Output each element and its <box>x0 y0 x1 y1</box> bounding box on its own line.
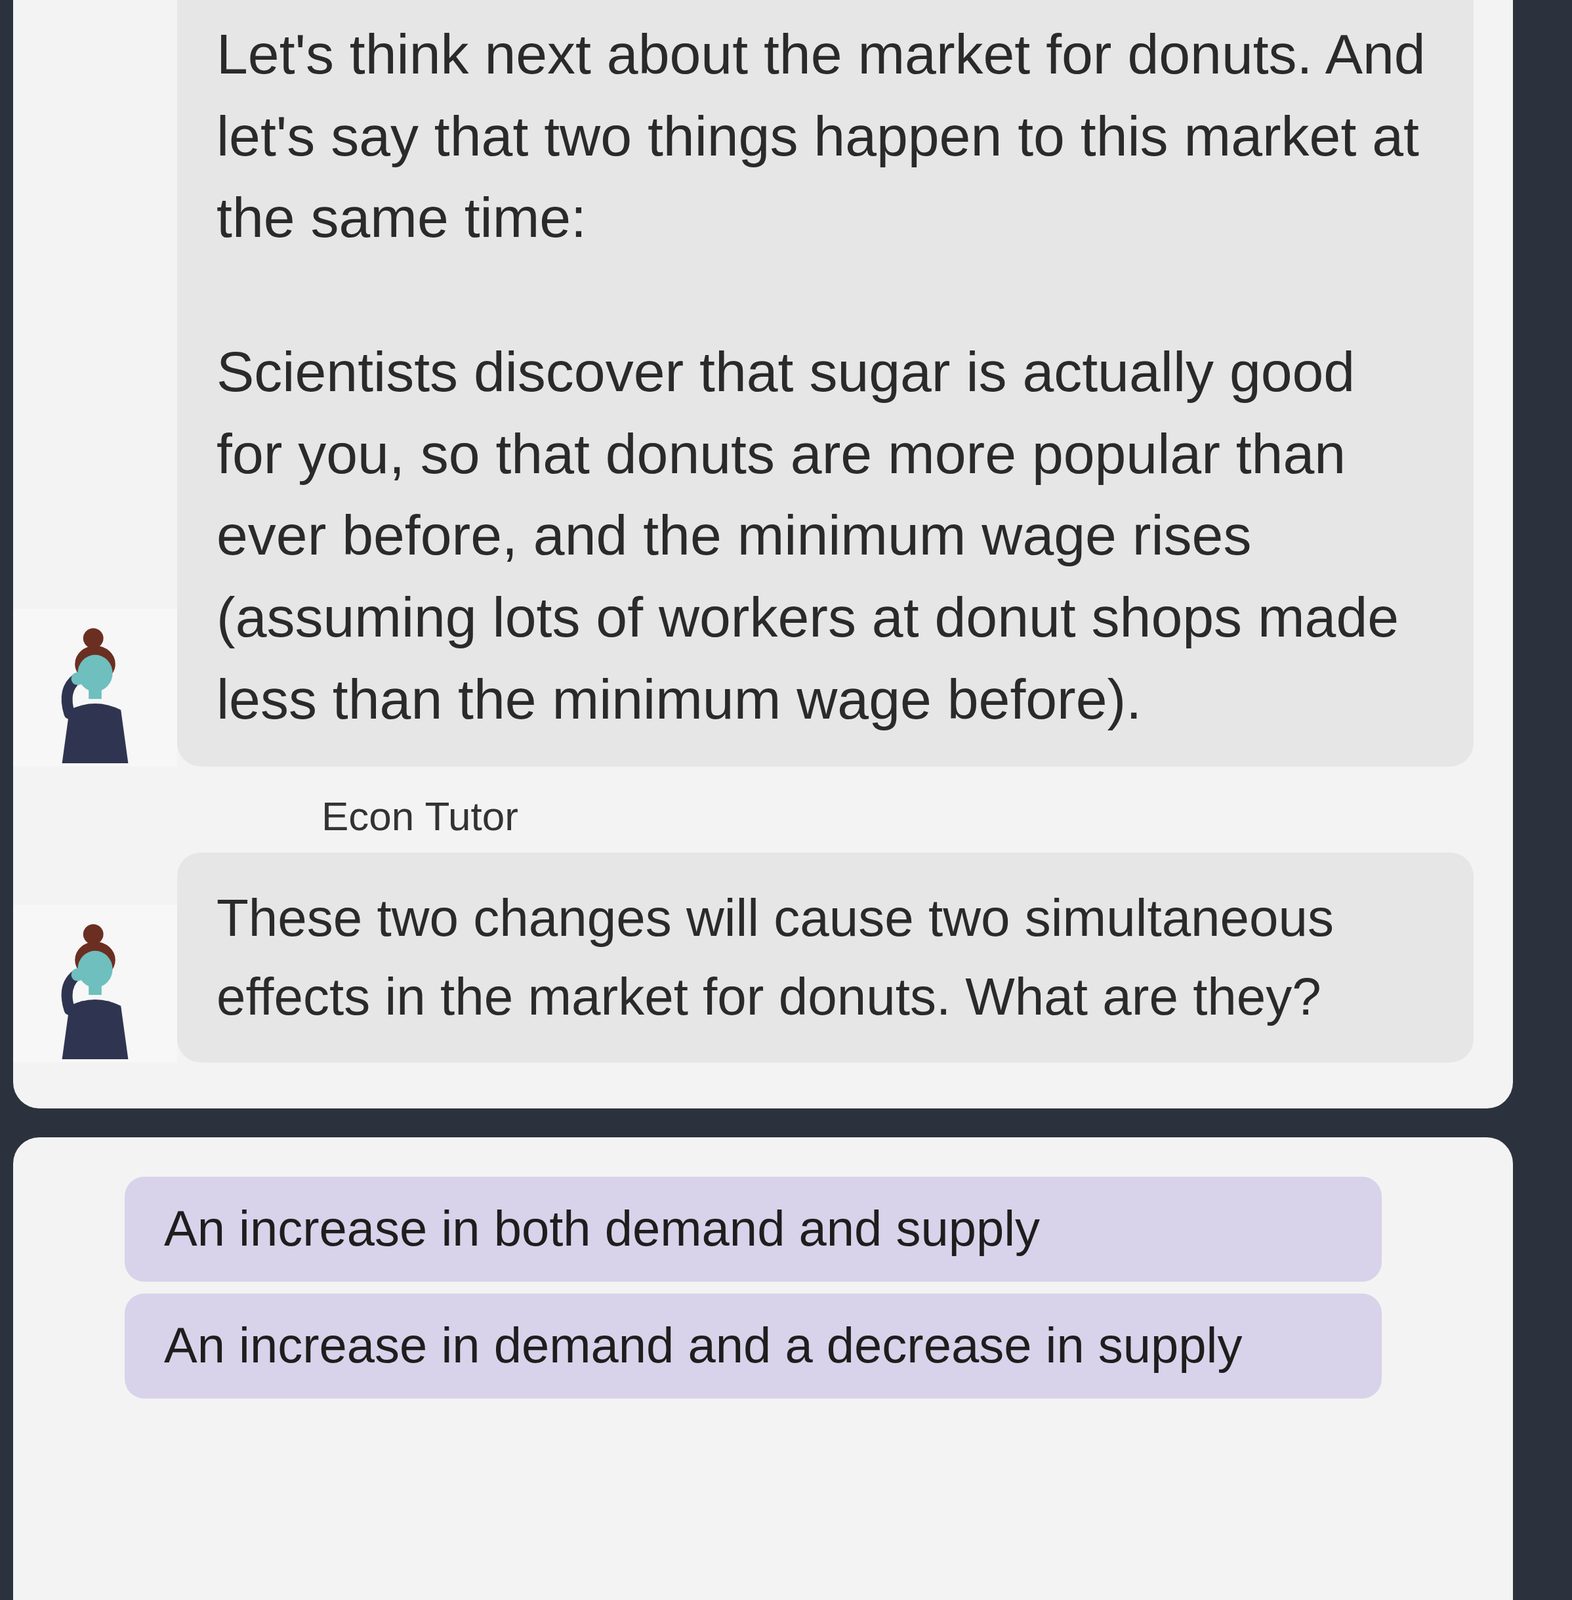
message: Econ Tutor These two changes will cause t… <box>13 792 1474 1063</box>
message-text: These two changes will cause two simulta… <box>216 878 1435 1036</box>
message: Let's think next about the market for do… <box>13 0 1474 767</box>
tutor-avatar <box>13 608 178 767</box>
chat-page: Let's think next about the market for do… <box>0 0 1572 1600</box>
person-icon <box>49 917 142 1063</box>
message-text: Scientists discover that sugar is actual… <box>216 330 1435 740</box>
answer-option[interactable]: An increase in demand and a decrease in … <box>124 1293 1382 1399</box>
message-bubble: Let's think next about the market for do… <box>177 0 1474 767</box>
answer-panel: An increase in both demand and supply An … <box>13 1137 1513 1600</box>
sender-label: Econ Tutor <box>13 792 1474 840</box>
answer-option[interactable]: An increase in both demand and supply <box>124 1176 1382 1282</box>
chat-panel: Let's think next about the market for do… <box>13 0 1513 1109</box>
message-bubble: These two changes will cause two simulta… <box>177 852 1474 1063</box>
person-icon <box>49 621 142 767</box>
message-text: Let's think next about the market for do… <box>216 13 1435 259</box>
tutor-avatar <box>13 904 178 1063</box>
